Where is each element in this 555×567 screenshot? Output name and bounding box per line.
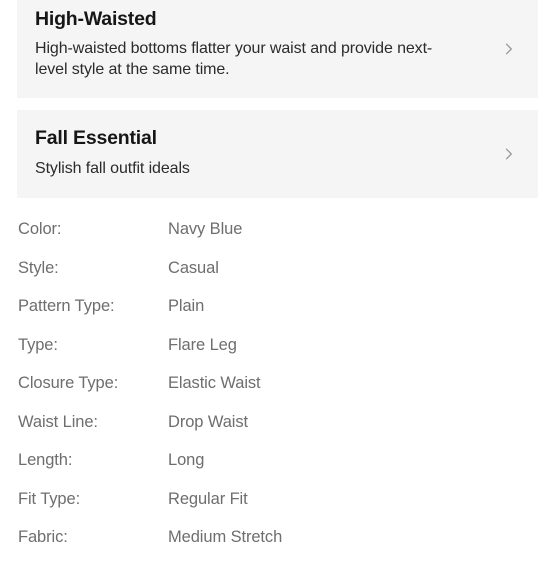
product-detail-screen: High-Waisted High-waisted bottoms flatte… [0, 0, 555, 555]
attribute-label: Pattern Type: [18, 297, 115, 315]
attribute-label: Color: [18, 220, 62, 238]
attribute-row: Fit Type: Regular Fit [18, 490, 555, 529]
attribute-value: Navy Blue [168, 220, 243, 238]
promo-card-high-waisted[interactable]: High-Waisted High-waisted bottoms flatte… [17, 0, 538, 98]
attribute-label: Length: [18, 451, 73, 469]
attribute-value: Casual [168, 258, 219, 277]
attribute-value: Flare Leg [168, 335, 237, 354]
attribute-label: Fit Type: [18, 489, 81, 508]
attribute-label: Style: [18, 258, 59, 277]
attribute-row: Waist Line: Drop Waist [18, 413, 555, 452]
attribute-value: Drop Waist [168, 412, 248, 431]
chevron-right-icon[interactable] [502, 147, 516, 161]
attribute-value: Plain [168, 297, 205, 315]
product-attributes-list: Color: Navy Blue Style: Casual Pattern T… [0, 220, 555, 567]
promo-card-description: High-waisted bottoms flatter your waist … [35, 39, 433, 79]
attribute-label: Fabric: [18, 528, 68, 546]
promo-card-title: Fall Essential [35, 127, 157, 150]
attribute-row: Closure Type: Elastic Waist [18, 374, 555, 413]
attribute-row: Style: Casual [18, 259, 555, 298]
attribute-row: Length: Long [18, 451, 555, 490]
attribute-label: Closure Type: [18, 374, 119, 392]
attribute-row: Type: Flare Leg [18, 336, 555, 375]
attribute-value: Elastic Waist [168, 374, 261, 392]
attribute-row: Fabric: Medium Stretch [18, 528, 555, 567]
attribute-value: Long [168, 451, 205, 469]
attribute-value: Medium Stretch [168, 528, 283, 546]
chevron-right-icon[interactable] [502, 42, 516, 56]
promo-card-title: High-Waisted [35, 7, 157, 30]
promo-card-fall-essential[interactable]: Fall Essential Stylish fall outfit ideal… [17, 110, 538, 198]
promo-card-description: Stylish fall outfit ideals [35, 159, 190, 177]
attribute-label: Waist Line: [18, 412, 98, 431]
attribute-row: Color: Navy Blue [18, 220, 555, 259]
attribute-label: Type: [18, 335, 58, 354]
attribute-value: Regular Fit [168, 489, 248, 508]
promo-card-list: High-Waisted High-waisted bottoms flatte… [0, 0, 555, 198]
attribute-row: Pattern Type: Plain [18, 297, 555, 336]
